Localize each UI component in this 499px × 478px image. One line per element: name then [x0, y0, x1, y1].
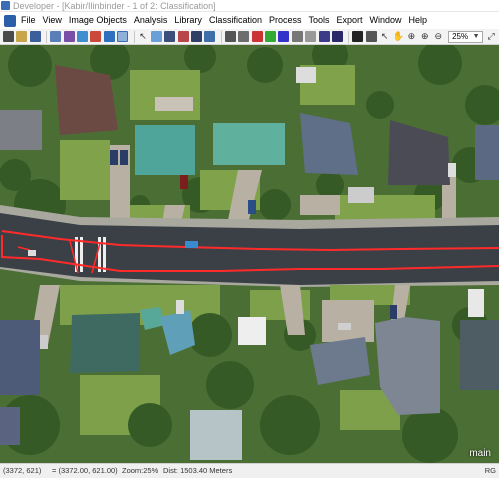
- project-icon[interactable]: [63, 31, 75, 42]
- status-distance: Dist: 1503.40 Meters: [163, 466, 233, 475]
- main-toolbar: ↖ ↖ ✋ ⊕ ⊕ ⊖ 25% ▼ ⤢: [0, 29, 499, 45]
- menu-analysis[interactable]: Analysis: [132, 12, 173, 29]
- menu-image-objects[interactable]: Image Objects: [67, 12, 132, 29]
- layer-green-icon[interactable]: [265, 31, 277, 42]
- pointer-icon[interactable]: ↖: [379, 31, 390, 42]
- app-window: Developer - [Kabir/Ilinbinder - 1 of 2: …: [0, 0, 499, 478]
- road-car: [185, 241, 198, 248]
- menu-file[interactable]: File: [19, 12, 41, 29]
- layers-icon[interactable]: [76, 31, 88, 42]
- zoom-fit-icon[interactable]: ⤢: [486, 31, 497, 42]
- menu-view[interactable]: View: [41, 12, 67, 29]
- toolbar-separator: [220, 30, 222, 43]
- mixed-view-icon[interactable]: [164, 31, 176, 42]
- menu-bar: File View Image Objects Analysis Library…: [0, 12, 499, 29]
- single-layer-icon[interactable]: [291, 31, 303, 42]
- menu-tools[interactable]: Tools: [306, 12, 334, 29]
- menu-export[interactable]: Export: [335, 12, 368, 29]
- menu-process[interactable]: Process: [267, 12, 307, 29]
- zoom-area-icon[interactable]: ⊕: [406, 31, 417, 42]
- zoom-level-value: 25%: [452, 31, 469, 41]
- pan-icon[interactable]: ✋: [392, 31, 403, 42]
- zoom-out-icon[interactable]: ⊖: [433, 31, 444, 42]
- brush-icon[interactable]: [352, 31, 364, 42]
- pixel-view-icon[interactable]: [204, 31, 216, 42]
- aerial-image: [0, 45, 499, 463]
- chevron-down-icon: ▼: [472, 32, 480, 40]
- cursor-icon[interactable]: ↖: [138, 31, 149, 42]
- menu-help[interactable]: Help: [407, 12, 433, 29]
- classify-icon[interactable]: [90, 31, 102, 42]
- grid-icon[interactable]: [3, 31, 14, 42]
- select-icon[interactable]: [117, 31, 129, 42]
- toolbar-separator: [46, 30, 48, 43]
- sample-icon[interactable]: [103, 31, 115, 42]
- status-bar: (3372, 621) = (3372.00, 621.00) Zoom:25%…: [0, 463, 499, 478]
- layer-blue-icon[interactable]: [278, 31, 290, 42]
- road-car: [28, 250, 36, 256]
- image-view[interactable]: main: [0, 45, 499, 463]
- zoom-level-select[interactable]: 25% ▼: [448, 30, 483, 43]
- toolbar-separator: [348, 30, 350, 43]
- title-bar: Developer - [Kabir/Ilinbinder - 1 of 2: …: [0, 0, 499, 12]
- status-pixel-coords: (3372, 621): [3, 466, 42, 475]
- status-right-code: RG: [484, 466, 496, 475]
- image-icon[interactable]: [50, 31, 62, 42]
- save-icon[interactable]: [29, 31, 41, 42]
- window-title: Developer - [Kabir/Ilinbinder - 1 of 2: …: [13, 1, 216, 11]
- transparency-icon[interactable]: [191, 31, 203, 42]
- app-logo-icon: [1, 1, 10, 10]
- view-name-label: main: [469, 448, 491, 459]
- outline-icon[interactable]: [177, 31, 189, 42]
- bookmark-icon[interactable]: [365, 31, 377, 42]
- open-icon[interactable]: [16, 31, 28, 42]
- menu-window[interactable]: Window: [368, 12, 407, 29]
- zoom-in-icon[interactable]: ⊕: [419, 31, 430, 42]
- image-layer-icon[interactable]: [318, 31, 330, 42]
- palette-icon[interactable]: [331, 31, 343, 42]
- mosaic-icon[interactable]: [150, 31, 162, 42]
- class-view-icon[interactable]: [238, 31, 250, 42]
- three-layer-icon[interactable]: [305, 31, 317, 42]
- menu-classification[interactable]: Classification: [207, 12, 267, 29]
- status-map-coords: = (3372.00, 621.00): [52, 466, 118, 475]
- toolbar-separator: [133, 30, 135, 43]
- layer-red-icon[interactable]: [251, 31, 263, 42]
- menu-logo-icon[interactable]: [4, 14, 16, 27]
- menu-library[interactable]: Library: [172, 12, 207, 29]
- object-view-icon[interactable]: [224, 31, 236, 42]
- status-zoom: Zoom:25%: [122, 466, 159, 475]
